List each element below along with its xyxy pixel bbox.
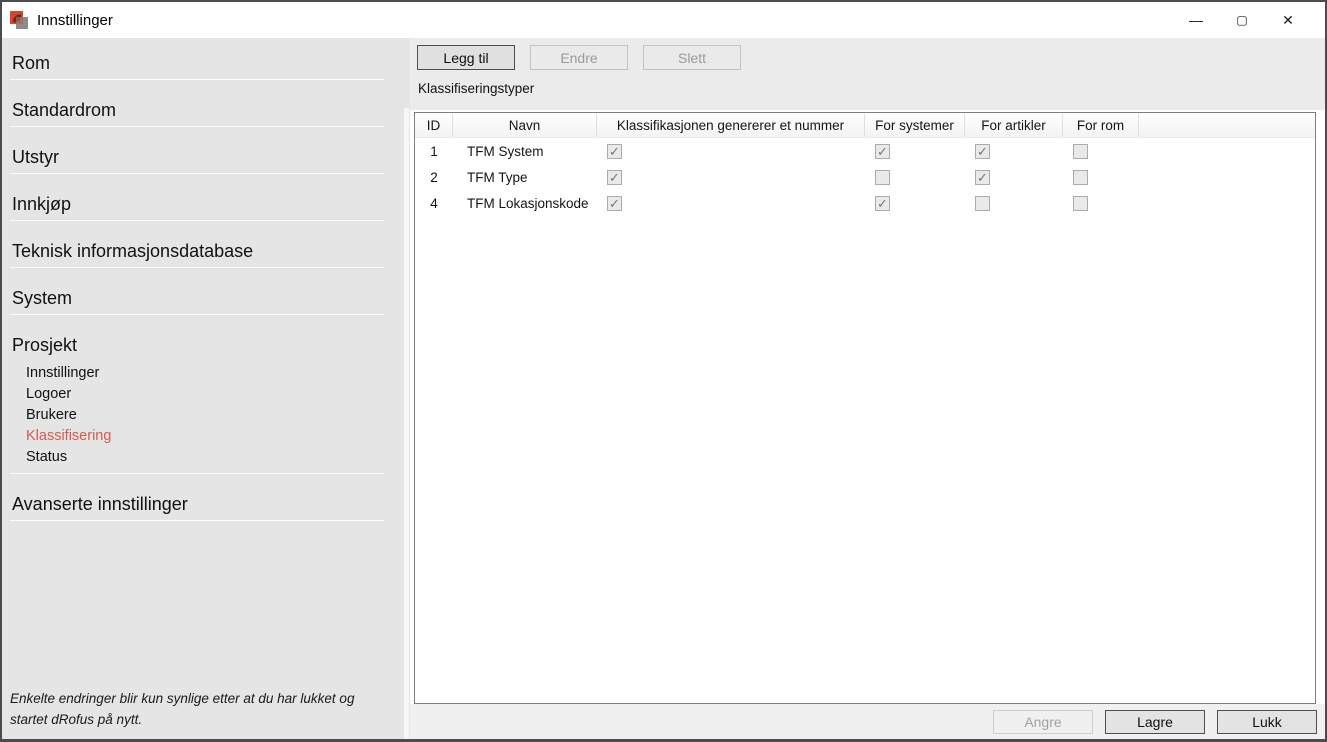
add-button[interactable]: Legg til — [417, 45, 515, 70]
save-button[interactable]: Lagre — [1105, 710, 1205, 734]
classification-types-table: ID Navn Klassifikasjonen genererer et nu… — [414, 112, 1316, 704]
table-row[interactable]: 1 TFM System ✓ ✓ ✓ — [415, 138, 1315, 164]
restart-note: Enkelte endringer blir kun synlige etter… — [10, 689, 376, 731]
for-articles-checkbox[interactable]: ✓ — [975, 144, 990, 159]
delete-button[interactable]: Slett — [643, 45, 741, 70]
cell-name: TFM System — [453, 144, 597, 159]
title-bar: Innstillinger — ▢ ✕ — [2, 2, 1325, 38]
sidebar-item-prosjekt-innstillinger[interactable]: Innstillinger — [12, 362, 384, 383]
for-rooms-checkbox[interactable] — [1073, 144, 1088, 159]
edit-button[interactable]: Endre — [530, 45, 628, 70]
settings-window: Innstillinger — ▢ ✕ Rom Standardrom Utst… — [0, 0, 1327, 742]
drofus-logo-icon — [9, 10, 29, 30]
sidebar-item-prosjekt-status[interactable]: Status — [12, 446, 384, 467]
top-toolbar-strip: Legg til Endre Slett Klassifiseringstype… — [410, 38, 1325, 110]
toolbar: Legg til Endre Slett — [410, 38, 1325, 70]
table-row[interactable]: 4 TFM Lokasjonskode ✓ ✓ — [415, 190, 1315, 216]
table-container: ID Navn Klassifikasjonen genererer et nu… — [410, 110, 1325, 704]
sidebar-item-avanserte-innstillinger[interactable]: Avanserte innstillinger — [10, 474, 384, 521]
generates-number-checkbox[interactable]: ✓ — [607, 144, 622, 159]
maximize-icon[interactable]: ▢ — [1219, 2, 1265, 38]
column-header-navn[interactable]: Navn — [453, 114, 597, 137]
for-rooms-checkbox[interactable] — [1073, 170, 1088, 185]
for-systems-checkbox[interactable]: ✓ — [875, 144, 890, 159]
close-button[interactable]: Lukk — [1217, 710, 1317, 734]
cell-id: 2 — [415, 170, 453, 185]
sidebar-item-system[interactable]: System — [10, 268, 384, 315]
main-panel: Legg til Endre Slett Klassifiseringstype… — [410, 38, 1325, 739]
sidebar-item-prosjekt[interactable]: Prosjekt — [12, 335, 384, 356]
minimize-icon[interactable]: — — [1173, 2, 1219, 38]
sidebar-item-teknisk-informasjonsdatabase[interactable]: Teknisk informasjonsdatabase — [10, 221, 384, 268]
sidebar-item-utstyr[interactable]: Utstyr — [10, 127, 384, 174]
for-articles-checkbox[interactable] — [975, 196, 990, 211]
for-systems-checkbox[interactable] — [875, 170, 890, 185]
column-header-id[interactable]: ID — [415, 114, 453, 137]
sidebar-item-prosjekt-klassifisering[interactable]: Klassifisering — [12, 425, 384, 446]
table-row[interactable]: 2 TFM Type ✓ ✓ — [415, 164, 1315, 190]
section-label: Klassifiseringstyper — [418, 81, 1325, 96]
cell-name: TFM Lokasjonskode — [453, 196, 597, 211]
sidebar-nav: Rom Standardrom Utstyr Innkjøp Teknisk i… — [2, 38, 410, 521]
sidebar-item-prosjekt-brukere[interactable]: Brukere — [12, 404, 384, 425]
sidebar-item-standardrom[interactable]: Standardrom — [10, 80, 384, 127]
bottom-button-strip: Angre Lagre Lukk — [410, 704, 1325, 739]
sidebar-item-rom[interactable]: Rom — [10, 38, 384, 80]
sidebar-item-innkjop[interactable]: Innkjøp — [10, 174, 384, 221]
generates-number-checkbox[interactable]: ✓ — [607, 170, 622, 185]
sidebar-item-prosjekt-logoer[interactable]: Logoer — [12, 383, 384, 404]
cell-id: 4 — [415, 196, 453, 211]
cell-name: TFM Type — [453, 170, 597, 185]
for-systems-checkbox[interactable]: ✓ — [875, 196, 890, 211]
column-header-filler — [1139, 114, 1315, 137]
sidebar-group-prosjekt: Prosjekt Innstillinger Logoer Brukere Kl… — [10, 315, 384, 474]
undo-button[interactable]: Angre — [993, 710, 1093, 734]
window-controls: — ▢ ✕ — [1173, 2, 1311, 38]
window-content: Rom Standardrom Utstyr Innkjøp Teknisk i… — [2, 38, 1325, 739]
settings-sidebar: Rom Standardrom Utstyr Innkjøp Teknisk i… — [2, 38, 410, 739]
for-rooms-checkbox[interactable] — [1073, 196, 1088, 211]
close-icon[interactable]: ✕ — [1265, 2, 1311, 38]
for-articles-checkbox[interactable]: ✓ — [975, 170, 990, 185]
window-title: Innstillinger — [37, 12, 113, 29]
column-header-for-rooms[interactable]: For rom — [1063, 114, 1139, 137]
generates-number-checkbox[interactable]: ✓ — [607, 196, 622, 211]
column-header-for-articles[interactable]: For artikler — [965, 114, 1063, 137]
table-header-row: ID Navn Klassifikasjonen genererer et nu… — [415, 113, 1315, 138]
column-header-for-systems[interactable]: For systemer — [865, 114, 965, 137]
cell-id: 1 — [415, 144, 453, 159]
sidebar-scrollbar[interactable] — [404, 108, 409, 739]
table-body: 1 TFM System ✓ ✓ ✓ 2 TFM Type ✓ — [415, 138, 1315, 216]
column-header-generates-number[interactable]: Klassifikasjonen genererer et nummer — [597, 114, 865, 137]
